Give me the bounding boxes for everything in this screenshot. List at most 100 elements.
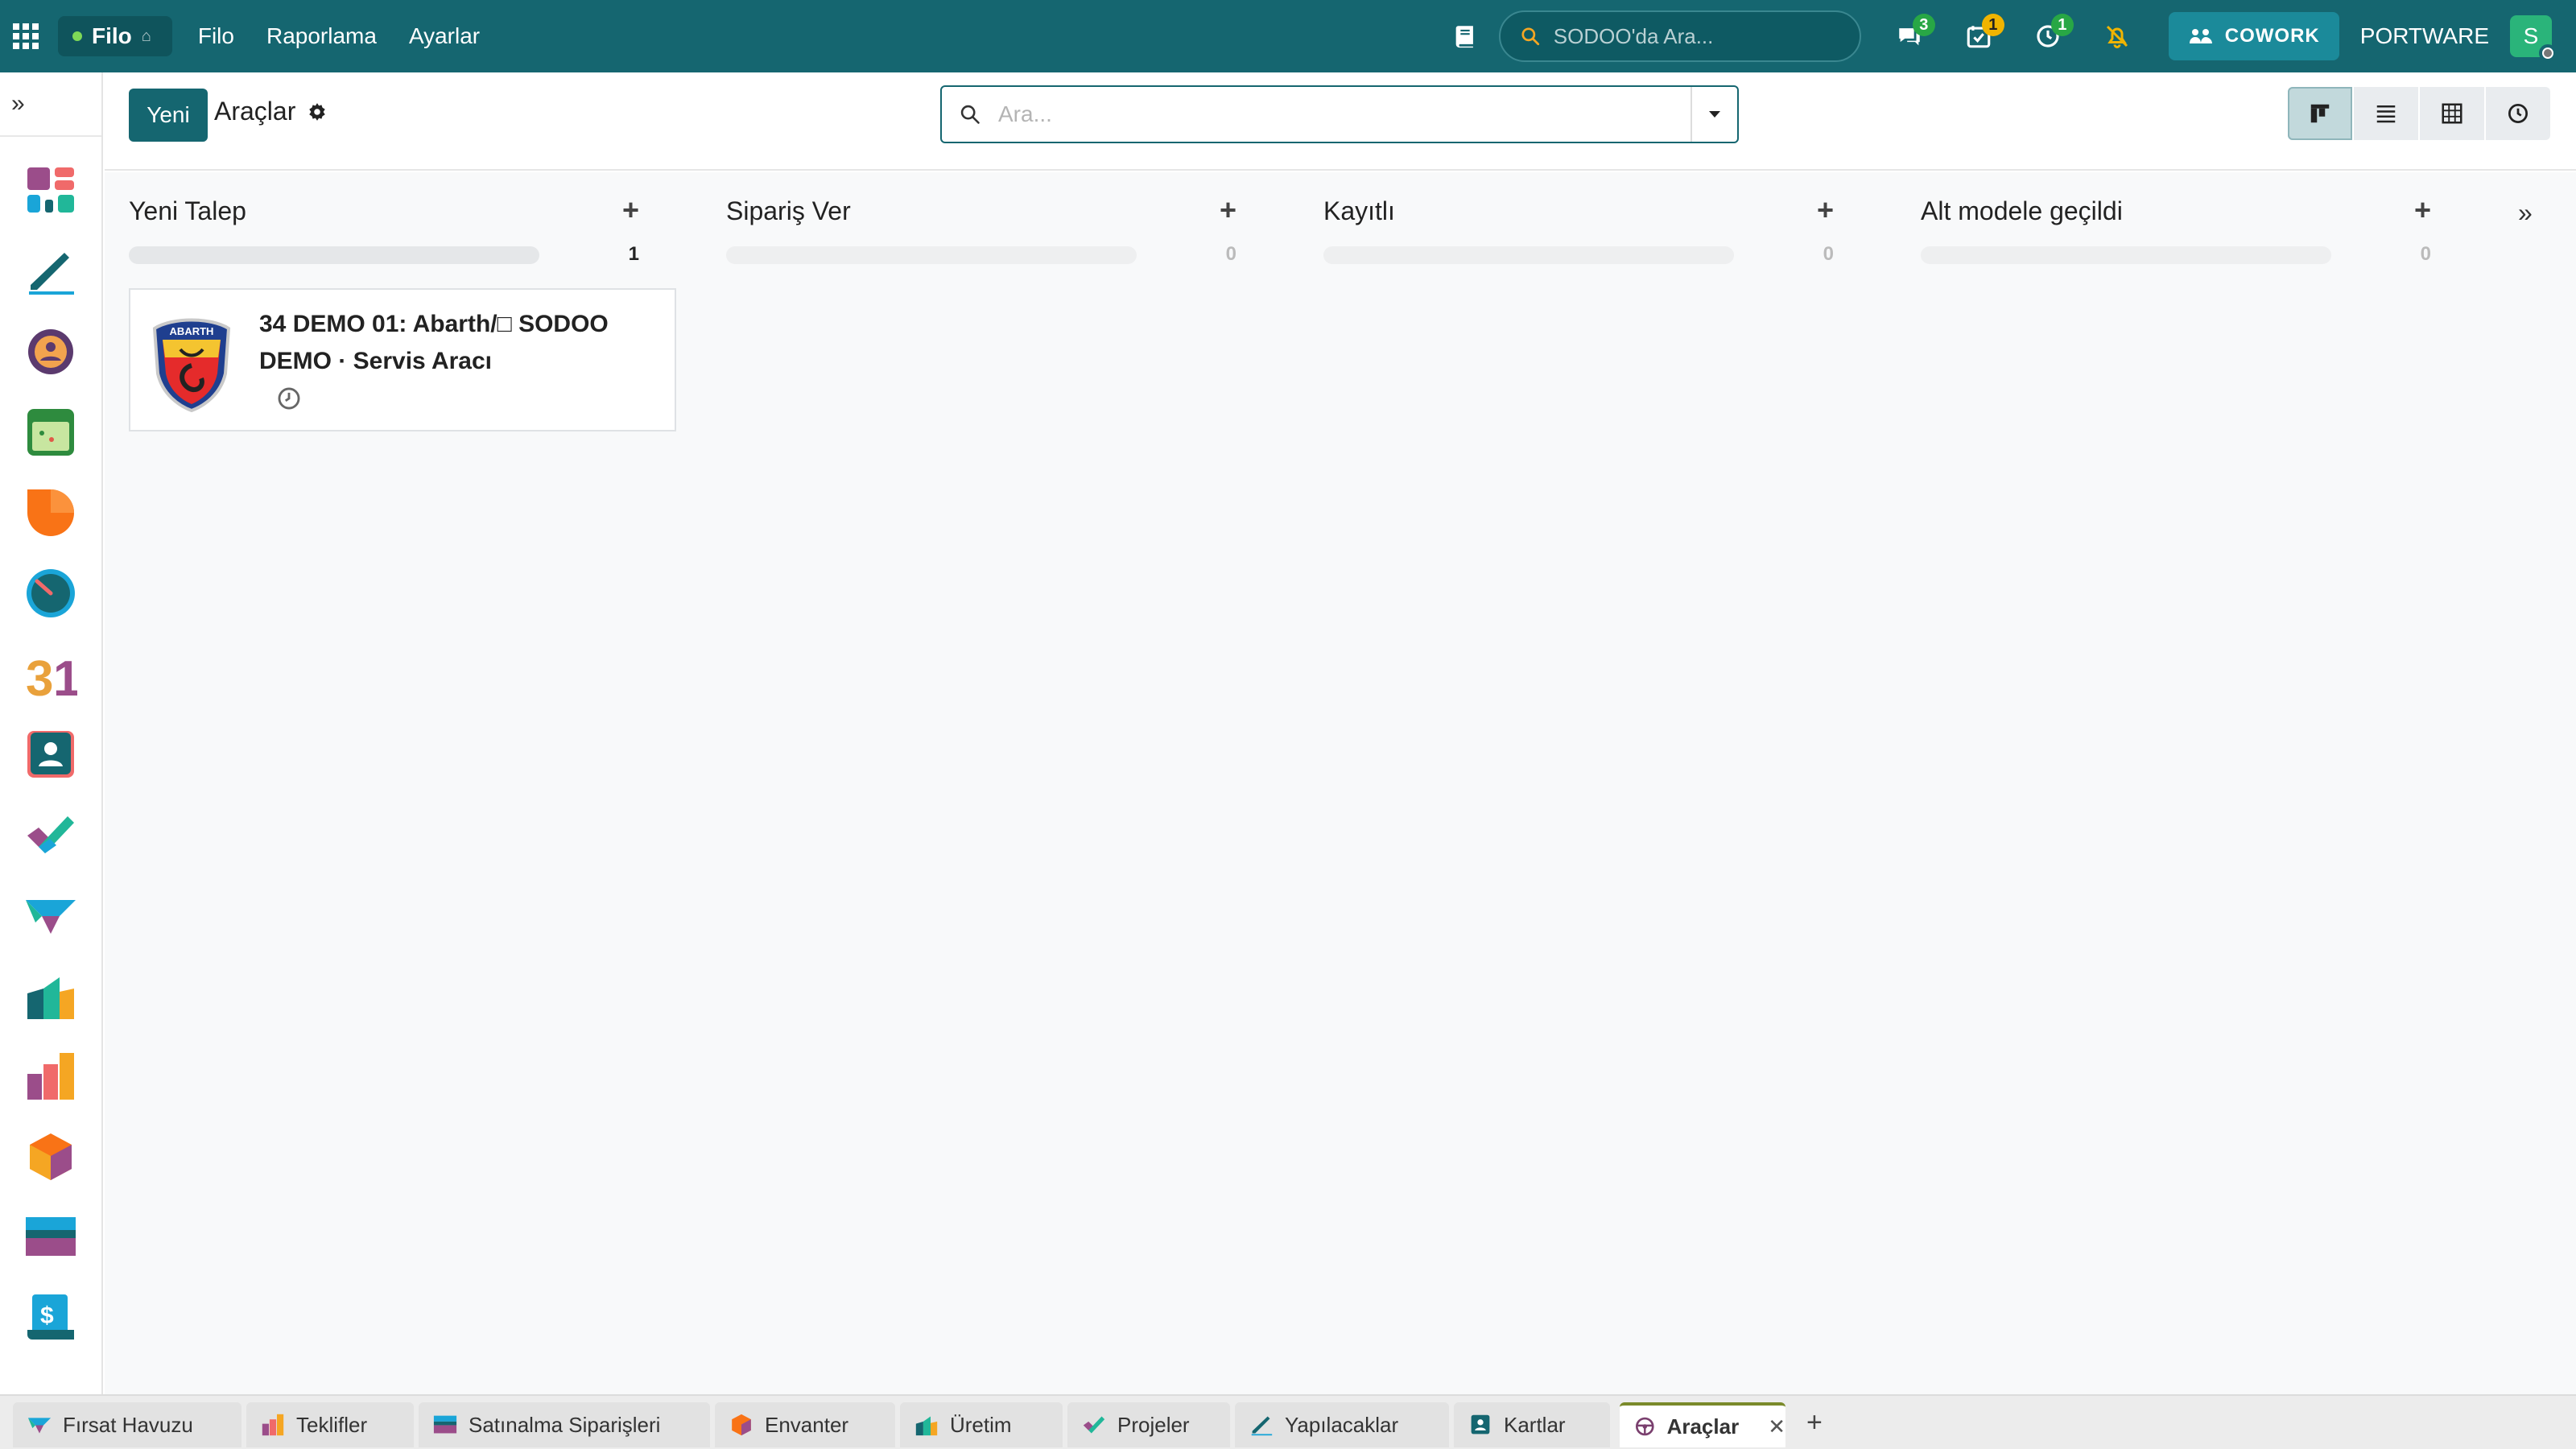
- sidebar-app-inventory[interactable]: [24, 1130, 77, 1183]
- book-icon: [1455, 26, 1473, 48]
- presence-status-icon: [2539, 44, 2557, 62]
- table-icon: [2442, 103, 2462, 124]
- search-box[interactable]: [940, 85, 1739, 143]
- checkmark-tab-icon: [1083, 1416, 1105, 1434]
- card-tab-icon: [433, 1415, 457, 1434]
- calendar-31-app-icon: 31: [26, 651, 77, 700]
- sidebar-app-crm[interactable]: [24, 889, 77, 942]
- tab-yapilacaklar[interactable]: Yapılacaklar: [1235, 1402, 1449, 1447]
- list-view-button[interactable]: [2354, 87, 2418, 140]
- activities-button[interactable]: 1: [1956, 14, 2004, 59]
- kanban-column: Sipariş Ver + 0: [702, 172, 1257, 1394]
- sidebar-app-sales[interactable]: [24, 1050, 77, 1103]
- documentation-button[interactable]: [1443, 14, 1488, 59]
- column-progress-bar[interactable]: [129, 246, 539, 264]
- calendar-app-icon: [27, 409, 74, 456]
- column-add-button[interactable]: +: [622, 193, 639, 227]
- sidebar-app-discuss[interactable]: [24, 486, 77, 539]
- column-title[interactable]: Sipariş Ver: [726, 196, 851, 226]
- checkmark-app-icon: [27, 816, 74, 853]
- sidebar-app-sign[interactable]: [24, 245, 77, 298]
- sidebar-app-helpdesk[interactable]: [24, 567, 77, 620]
- menu-item-raporlama[interactable]: Raporlama: [266, 23, 377, 49]
- activities-badge: 1: [1981, 14, 2004, 36]
- cowork-label: COWORK: [2224, 25, 2320, 47]
- sidebar-app-project[interactable]: [24, 808, 77, 861]
- tab-satinalma-siparisleri[interactable]: Satınalma Siparişleri: [419, 1402, 710, 1447]
- column-progress-bar[interactable]: [1921, 246, 2331, 264]
- column-title[interactable]: Alt modele geçildi: [1921, 196, 2123, 226]
- search-icon: [942, 103, 998, 126]
- sidebar-app-calendar-31[interactable]: 31: [24, 647, 77, 700]
- sidebar-app-social[interactable]: [24, 325, 77, 378]
- add-tab-button[interactable]: +: [1806, 1407, 1823, 1439]
- social-app-icon: [28, 329, 73, 374]
- menu-item-ayarlar[interactable]: Ayarlar: [409, 23, 480, 49]
- tab-projeler[interactable]: Projeler: [1067, 1402, 1230, 1447]
- gear-icon[interactable]: [307, 101, 328, 122]
- menu-item-filo[interactable]: Filo: [198, 23, 234, 49]
- steering-wheel-icon: [1635, 1417, 1654, 1436]
- tab-label: Fırsat Havuzu: [63, 1412, 193, 1437]
- activity-view-button[interactable]: [2486, 87, 2550, 140]
- messages-badge: 3: [1912, 14, 1935, 36]
- column-title[interactable]: Yeni Talep: [129, 196, 246, 226]
- tab-label: Yapılacaklar: [1285, 1412, 1399, 1437]
- users-icon: [2189, 29, 2212, 43]
- sidebar-app-invoicing[interactable]: $: [24, 1291, 77, 1344]
- crm-app-icon: [26, 900, 76, 934]
- tab-kartlar[interactable]: Kartlar: [1454, 1402, 1610, 1447]
- global-search[interactable]: [1498, 10, 1861, 62]
- sidebar-app-contacts[interactable]: [24, 728, 77, 781]
- close-tab-icon[interactable]: ✕: [1768, 1414, 1785, 1439]
- column-add-button[interactable]: +: [1220, 193, 1236, 227]
- timer-button[interactable]: 1: [2025, 14, 2074, 59]
- sidebar-app-calendar[interactable]: [24, 406, 77, 459]
- column-add-button[interactable]: +: [1817, 193, 1834, 227]
- new-button[interactable]: Yeni: [129, 89, 208, 142]
- card-title: 34 DEMO 01: Abarth/□ SODOO DEMO · Servis…: [259, 306, 662, 380]
- pivot-view-button[interactable]: [2420, 87, 2484, 140]
- column-count: 0: [1225, 243, 1236, 265]
- column-progress-bar[interactable]: [726, 246, 1137, 264]
- search-input[interactable]: [998, 101, 1690, 127]
- messages-button[interactable]: 3: [1887, 14, 1935, 59]
- kanban-icon: [2310, 104, 2330, 123]
- kanban-view-button[interactable]: [2288, 87, 2352, 140]
- sidebar-app-dashboard[interactable]: [24, 164, 77, 217]
- cube-app-icon: [30, 1133, 72, 1180]
- app-brand[interactable]: Filo ⌂: [58, 16, 172, 56]
- cowork-button[interactable]: COWORK: [2168, 12, 2339, 60]
- column-title[interactable]: Kayıtlı: [1323, 196, 1395, 226]
- grid-icon: [13, 23, 39, 49]
- tab-label: Kartlar: [1504, 1412, 1566, 1437]
- tab-araclar[interactable]: Araçlar ✕: [1620, 1402, 1785, 1447]
- svg-text:3: 3: [26, 651, 53, 700]
- home-icon: ⌂: [141, 27, 151, 45]
- notifications-button[interactable]: [2095, 14, 2140, 59]
- cube-tab-icon: [732, 1414, 751, 1436]
- chart-app-icon: [27, 977, 74, 1019]
- sidebar-app-accounting[interactable]: [24, 969, 77, 1022]
- tab-uretim[interactable]: Üretim: [900, 1402, 1063, 1447]
- fold-columns-button[interactable]: »: [2518, 198, 2533, 228]
- tab-teklifler[interactable]: Teklifler: [246, 1402, 414, 1447]
- search-icon: [1521, 27, 1539, 46]
- column-progress-bar[interactable]: [1323, 246, 1734, 264]
- kanban-board: Yeni Talep + 1 ABARTH 34 DEMO 01: Abarth…: [105, 172, 2576, 1394]
- tab-envanter[interactable]: Envanter: [715, 1402, 895, 1447]
- global-search-input[interactable]: [1553, 23, 1835, 49]
- kanban-card[interactable]: ABARTH 34 DEMO 01: Abarth/□ SODOO DEMO ·…: [129, 288, 676, 431]
- column-add-button[interactable]: +: [2414, 193, 2431, 227]
- app-menu-button[interactable]: [0, 0, 52, 72]
- tab-label: Projeler: [1117, 1412, 1190, 1437]
- sidebar-app-purchase[interactable]: [24, 1211, 77, 1264]
- user-avatar[interactable]: S: [2510, 15, 2557, 62]
- sidebar-expand-button[interactable]: »: [0, 72, 101, 137]
- search-options-toggle[interactable]: [1690, 87, 1737, 142]
- company-switcher[interactable]: PORTWARE: [2360, 23, 2489, 49]
- tab-label: Araçlar: [1666, 1414, 1740, 1439]
- activity-clock-icon[interactable]: [275, 385, 303, 416]
- tab-firsat-havuzu[interactable]: Fırsat Havuzu: [13, 1402, 242, 1447]
- top-navbar: Filo ⌂ Filo Raporlama Ayarlar 3 1 1: [0, 0, 2576, 72]
